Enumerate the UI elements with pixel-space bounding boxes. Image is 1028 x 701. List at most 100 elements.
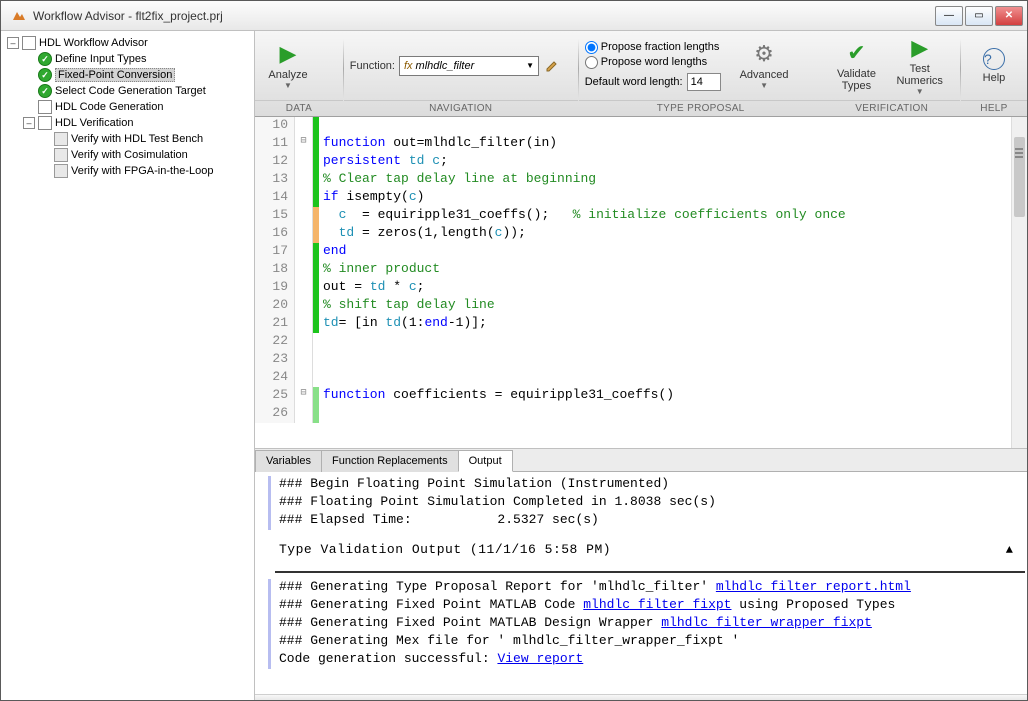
line-number: 24 (255, 369, 295, 387)
function-label: Function: (350, 60, 395, 72)
advanced-button[interactable]: ⚙ Advanced ▼ (733, 36, 796, 96)
radio-input[interactable] (585, 56, 598, 69)
code-line[interactable]: 20% shift tap delay line (255, 297, 1027, 315)
code-line[interactable]: 10 (255, 117, 1027, 135)
tree-item[interactable]: Define Input Types (19, 51, 252, 67)
tree-item[interactable]: Verify with Cosimulation (35, 147, 252, 163)
tree-item[interactable]: Select Code Generation Target (19, 83, 252, 99)
fold-gutter[interactable] (295, 189, 313, 207)
fold-gutter[interactable] (295, 333, 313, 351)
code-line[interactable]: 13% Clear tap delay line at beginning (255, 171, 1027, 189)
line-number: 10 (255, 117, 295, 135)
code-line[interactable]: 22 (255, 333, 1027, 351)
collapse-icon[interactable]: – (7, 37, 19, 49)
code-line[interactable]: 24 (255, 369, 1027, 387)
window-title: Workflow Advisor - flt2fix_project.prj (33, 9, 935, 23)
code-line[interactable]: 11⊟function out=mlhdlc_filter(in) (255, 135, 1027, 153)
output-link[interactable]: View report (497, 651, 583, 666)
tab-function-replacements[interactable]: Function Replacements (321, 450, 459, 472)
check-icon (38, 68, 52, 82)
tree-item[interactable]: Verify with HDL Test Bench (35, 131, 252, 147)
radio-input[interactable] (585, 41, 598, 54)
collapse-triangle-icon[interactable]: ▲ (1006, 543, 1013, 557)
code-line[interactable]: 17end (255, 243, 1027, 261)
group-label: NAVIGATION (344, 100, 578, 116)
fold-gutter[interactable] (295, 369, 313, 387)
fold-gutter[interactable] (295, 117, 313, 135)
fold-gutter[interactable] (295, 405, 313, 423)
vertical-scrollbar[interactable] (1011, 117, 1027, 448)
minimize-button[interactable]: — (935, 6, 963, 26)
edit-icon[interactable] (543, 57, 561, 75)
fold-gutter[interactable]: ⊟ (295, 387, 313, 405)
tree-item-label: Select Code Generation Target (55, 85, 206, 97)
code-line[interactable]: 19out = td * c; (255, 279, 1027, 297)
tree-item[interactable]: Fixed-Point Conversion (19, 67, 252, 83)
tab-output[interactable]: Output (458, 450, 513, 472)
test-numerics-button[interactable]: ▶ Test Numerics ▼ (889, 36, 949, 96)
output-line: ### Begin Floating Point Simulation (Ins… (255, 476, 1025, 494)
code-line[interactable]: 12persistent td c; (255, 153, 1027, 171)
fold-gutter[interactable] (295, 153, 313, 171)
analyze-button[interactable]: ▶ Analyze ▼ (261, 36, 315, 96)
code-text: out = td * c; (319, 279, 424, 297)
code-line[interactable]: 25⊟function coefficients = equiripple31_… (255, 387, 1027, 405)
gear-icon: ⚙ (754, 41, 774, 67)
maximize-button[interactable]: ▭ (965, 6, 993, 26)
fold-gutter[interactable] (295, 243, 313, 261)
fold-gutter[interactable] (295, 261, 313, 279)
validate-types-button[interactable]: ✔ Validate Types (829, 36, 883, 96)
tree-item[interactable]: HDL Code Generation (19, 99, 252, 115)
line-number: 25 (255, 387, 295, 405)
help-button[interactable]: ? Help (967, 36, 1021, 96)
output-line: ### Floating Point Simulation Completed … (255, 494, 1025, 512)
fold-gutter[interactable] (295, 351, 313, 369)
propose-word-radio[interactable]: Propose word lengths (585, 56, 721, 69)
fold-gutter[interactable] (295, 171, 313, 189)
output-link[interactable]: mlhdlc_filter_report.html (716, 579, 911, 594)
window-controls: — ▭ ✕ (935, 6, 1023, 26)
function-select[interactable]: fx mlhdlc_filter ▼ (399, 56, 539, 76)
code-line[interactable]: 18% inner product (255, 261, 1027, 279)
line-number: 16 (255, 225, 295, 243)
code-line[interactable]: 14if isempty(c) (255, 189, 1027, 207)
fold-gutter[interactable] (295, 225, 313, 243)
function-value: mlhdlc_filter (416, 60, 475, 72)
workflow-tree[interactable]: – HDL Workflow Advisor Define Input Type… (1, 31, 255, 700)
doc-icon (38, 100, 52, 114)
code-editor[interactable]: 1011⊟function out=mlhdlc_filter(in)12per… (255, 117, 1027, 449)
output-link[interactable]: mlhdlc_filter_fixpt (583, 597, 731, 612)
tree-root[interactable]: – HDL Workflow Advisor (3, 35, 252, 51)
check-icon (38, 84, 52, 98)
code-text: c = equiripple31_coeffs(); % initialize … (319, 207, 846, 225)
tab-variables[interactable]: Variables (255, 450, 322, 472)
code-text: % inner product (319, 261, 440, 279)
code-line[interactable]: 16 td = zeros(1,length(c)); (255, 225, 1027, 243)
code-line[interactable]: 23 (255, 351, 1027, 369)
fold-gutter[interactable] (295, 315, 313, 333)
output-link[interactable]: mlhdlc_filter_wrapper_fixpt (661, 615, 872, 630)
fold-gutter[interactable] (295, 207, 313, 225)
fold-gutter[interactable] (295, 297, 313, 315)
propose-fraction-radio[interactable]: Propose fraction lengths (585, 41, 721, 54)
code-text: end (319, 243, 346, 261)
statusbar (255, 694, 1027, 700)
wordlen-input[interactable] (687, 73, 721, 91)
output-section-header: Type Validation Output (11/1/16 5:58 PM)… (255, 542, 1025, 561)
close-button[interactable]: ✕ (995, 6, 1023, 26)
fold-gutter[interactable]: ⊟ (295, 135, 313, 153)
square-icon (54, 148, 68, 162)
doc-icon (38, 116, 52, 130)
code-text: if isempty(c) (319, 189, 424, 207)
line-number: 23 (255, 351, 295, 369)
titlebar: Workflow Advisor - flt2fix_project.prj —… (1, 1, 1027, 31)
collapse-icon[interactable]: – (23, 117, 35, 129)
fold-gutter[interactable] (295, 279, 313, 297)
radio-label: Propose word lengths (601, 56, 707, 68)
code-line[interactable]: 21td= [in td(1:end-1)]; (255, 315, 1027, 333)
code-line[interactable]: 15 c = equiripple31_coeffs(); % initiali… (255, 207, 1027, 225)
output-pane[interactable]: ### Begin Floating Point Simulation (Ins… (255, 472, 1027, 694)
code-line[interactable]: 26 (255, 405, 1027, 423)
tree-item[interactable]: Verify with FPGA-in-the-Loop (35, 163, 252, 179)
tree-verification[interactable]: – HDL Verification (19, 115, 252, 131)
